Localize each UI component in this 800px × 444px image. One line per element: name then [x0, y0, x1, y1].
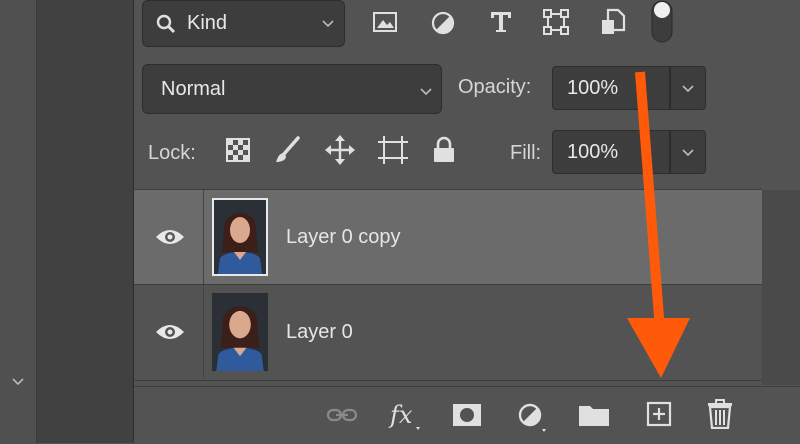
- blend-mode-dropdown[interactable]: Normal: [142, 64, 442, 114]
- search-icon: [156, 14, 176, 34]
- opacity-value: 100%: [567, 77, 619, 99]
- type-filter-icon[interactable]: [488, 9, 514, 35]
- lock-label: Lock:: [148, 142, 196, 164]
- layers-bottom-toolbar: fx: [134, 386, 800, 444]
- filter-kind-label: Kind: [187, 12, 228, 34]
- fill-dropdown-button[interactable]: [670, 130, 706, 174]
- layer-row-layer-0-copy[interactable]: Layer 0 copy: [134, 190, 762, 284]
- fx-icon[interactable]: fx: [388, 399, 422, 433]
- visibility-toggle[interactable]: [134, 190, 204, 284]
- chevron-down-icon: [682, 149, 694, 157]
- shape-filter-icon[interactable]: [542, 8, 570, 36]
- fill-label: Fill:: [510, 142, 542, 164]
- row-divider: [134, 380, 762, 381]
- portrait-thumbnail-image: [214, 200, 266, 274]
- layer-name: Layer 0: [286, 321, 353, 343]
- layer-name: Layer 0 copy: [286, 226, 401, 248]
- lock-artboard-icon[interactable]: [376, 134, 410, 166]
- fill-value: 100%: [567, 141, 619, 163]
- portrait-thumbnail-image: [212, 293, 268, 371]
- layer-mask-icon[interactable]: [452, 403, 482, 427]
- scrollbar[interactable]: [762, 190, 800, 385]
- panel-gap: [37, 0, 134, 443]
- filter-toggle-icon[interactable]: [650, 0, 674, 44]
- adjustment-filter-icon[interactable]: [430, 10, 456, 36]
- blend-mode-value: Normal: [161, 78, 226, 100]
- group-folder-icon[interactable]: [578, 403, 610, 427]
- opacity-label: Opacity:: [458, 76, 532, 98]
- eye-icon: [156, 325, 184, 339]
- layer-thumbnail[interactable]: [212, 293, 268, 371]
- trash-icon[interactable]: [706, 399, 734, 429]
- layer-thumbnail[interactable]: [212, 198, 268, 276]
- chevron-down-icon: [420, 88, 432, 96]
- eye-icon: [156, 230, 184, 244]
- visibility-toggle[interactable]: [134, 285, 204, 379]
- new-layer-icon[interactable]: [646, 401, 672, 427]
- adjustment-layer-icon[interactable]: [516, 401, 550, 433]
- opacity-dropdown-button[interactable]: [670, 66, 706, 110]
- layer-row-layer-0[interactable]: Layer 0: [134, 285, 762, 379]
- opacity-input[interactable]: 100%: [552, 66, 670, 110]
- chevron-down-icon[interactable]: [10, 374, 26, 390]
- fill-input[interactable]: 100%: [552, 130, 670, 174]
- left-dock-strip: [0, 0, 37, 443]
- lock-position-icon[interactable]: [324, 134, 356, 166]
- lock-transparent-pixels-icon[interactable]: [226, 138, 250, 162]
- chevron-down-icon: [322, 20, 334, 28]
- filter-kind-dropdown[interactable]: Kind: [142, 0, 345, 47]
- chevron-down-icon: [682, 85, 694, 93]
- image-filter-icon[interactable]: [372, 10, 398, 34]
- layers-panel: Kind Normal Opacity: 100% Lock: Fill: 10…: [134, 0, 800, 444]
- lock-all-icon[interactable]: [432, 136, 456, 164]
- lock-image-pixels-icon[interactable]: [274, 136, 300, 164]
- link-layers-icon[interactable]: [326, 407, 358, 423]
- smart-object-filter-icon[interactable]: [600, 8, 626, 36]
- svg-text:fx: fx: [388, 401, 413, 429]
